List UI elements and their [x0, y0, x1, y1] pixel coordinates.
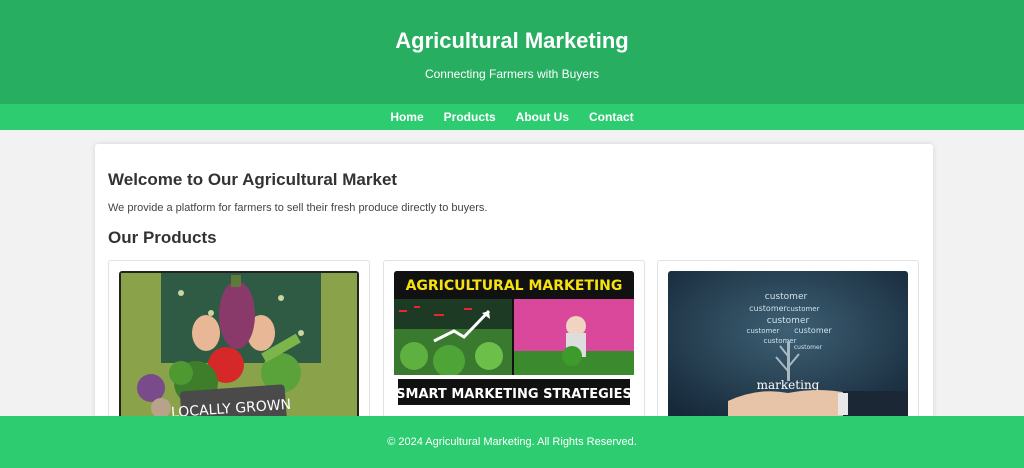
tree-word: customer: [765, 292, 808, 302]
tree-word: customer: [747, 327, 780, 335]
marketing-banner-image: AGRICULTURAL MARKETING SMART MARKETING S…: [394, 271, 634, 421]
customer-tree-image: customer customer customer customer cust…: [668, 271, 908, 421]
tree-word: customer: [794, 326, 832, 335]
main-content: Welcome to Our Agricultural Market We pr…: [95, 144, 933, 434]
site-subtitle: Connecting Farmers with Buyers: [424, 67, 600, 81]
banner-top-text: AGRICULTURAL MARKETING: [406, 278, 623, 294]
product-card-customer-marketing[interactable]: customer customer customer customer cust…: [657, 260, 919, 430]
intro-text: We provide a platform for farmers to sel…: [108, 202, 488, 214]
copyright-text: © 2024 Agricultural Marketing. All Right…: [387, 436, 637, 448]
tree-word: customer: [794, 344, 823, 351]
product-card-vegetables[interactable]: LOCALLY GROWN: [108, 260, 370, 430]
nav-about-us[interactable]: About Us: [516, 110, 569, 124]
main-nav: Home Products About Us Contact: [0, 104, 1024, 130]
banner-bottom-text: SMART MARKETING STRATEGIES: [396, 387, 632, 402]
nav-contact[interactable]: Contact: [589, 110, 634, 124]
welcome-heading: Welcome to Our Agricultural Market: [108, 170, 398, 189]
products-heading: Our Products: [108, 228, 217, 247]
nav-home[interactable]: Home: [390, 110, 423, 124]
product-card-marketing-strategies[interactable]: AGRICULTURAL MARKETING SMART MARKETING S…: [383, 260, 645, 430]
tree-word: customer: [749, 304, 787, 313]
marketing-caption: marketing: [757, 378, 820, 392]
tree-word: customer: [787, 305, 820, 313]
site-title: Agricultural Marketing: [395, 28, 629, 53]
site-header: Agricultural Marketing Connecting Farmer…: [0, 0, 1024, 104]
tree-word: customer: [767, 316, 810, 326]
site-footer: © 2024 Agricultural Marketing. All Right…: [0, 416, 1024, 468]
vegetables-image: LOCALLY GROWN: [119, 271, 359, 421]
tree-word: customer: [764, 337, 797, 345]
nav-products[interactable]: Products: [444, 110, 496, 124]
